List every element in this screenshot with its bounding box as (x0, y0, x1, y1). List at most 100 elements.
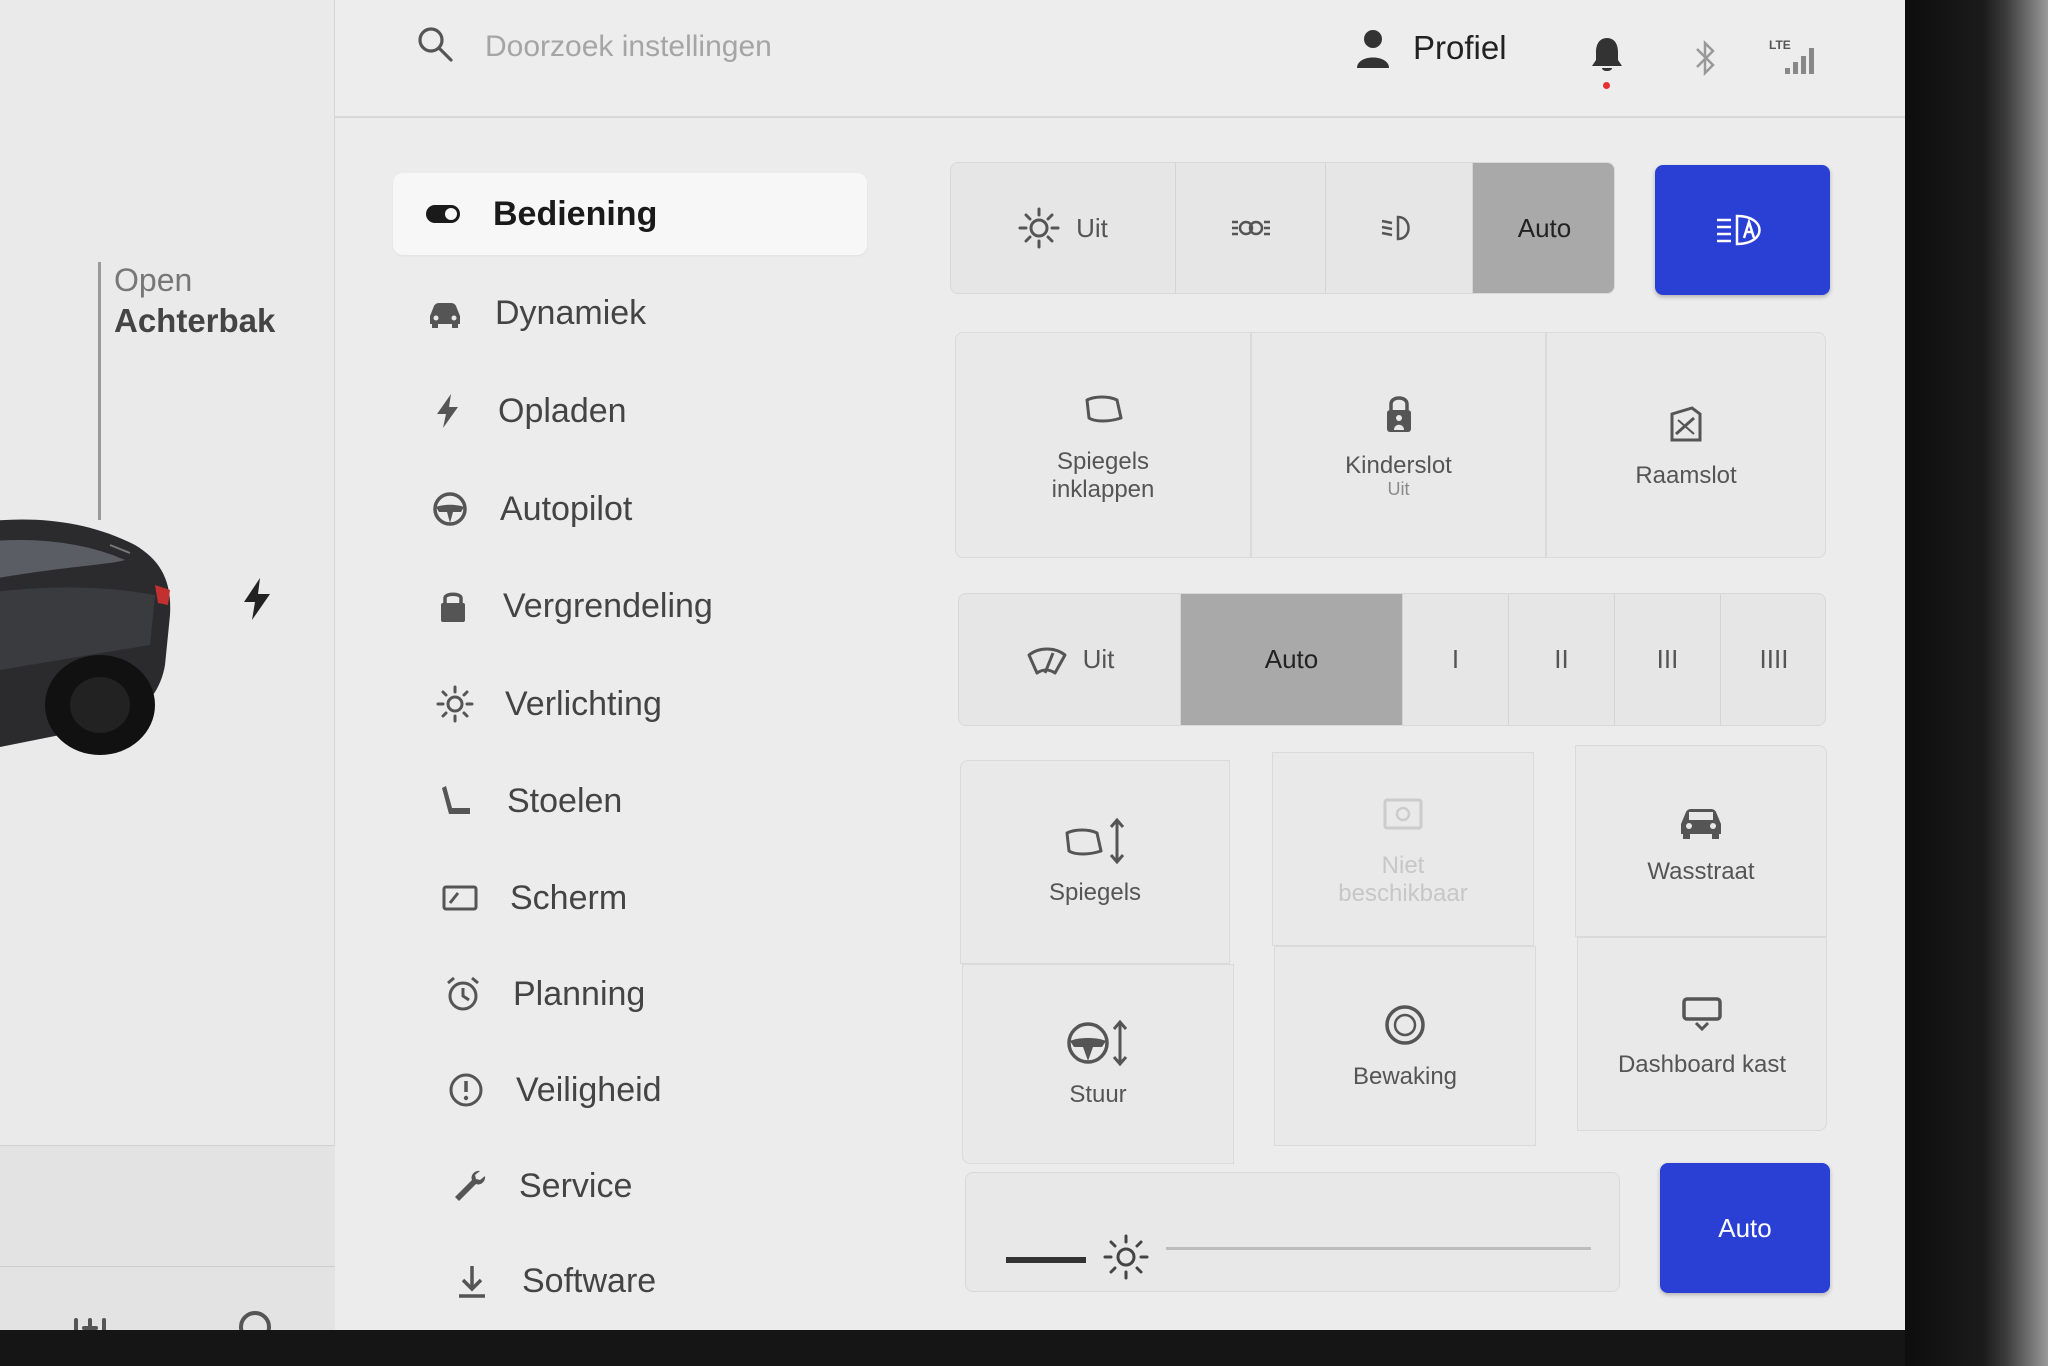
settings-search-input[interactable] (485, 24, 1045, 70)
child-lock-icon (1386, 396, 1411, 432)
touchscreen: Open Achterbak Doorzoek instellingen Pro… (0, 0, 1905, 1330)
trunk-indicator-line (98, 262, 101, 520)
menu-item-vergrendeling[interactable]: Vergrendeling (433, 565, 873, 647)
brightness-sun-icon (1103, 1234, 1149, 1280)
wipers-speed-label: II (1554, 644, 1569, 674)
search-icon[interactable] (236, 1308, 282, 1330)
parking-lights-option[interactable] (1176, 163, 1326, 293)
brightness-slider-track (1166, 1247, 1591, 1250)
wipers-speed-2-option[interactable]: II (1509, 594, 1615, 725)
unavailable-label: Niet beschikbaar (1338, 852, 1468, 907)
menu-item-label: Scherm (510, 878, 628, 917)
child-lock-label: Kinderslot (1345, 451, 1452, 479)
menu-item-label: Vergrendeling (503, 586, 713, 625)
child-lock-button[interactable]: Kinderslot Uit (1251, 332, 1546, 558)
low-beam-icon (1381, 215, 1410, 241)
notification-dot (1603, 82, 1610, 89)
car-image (0, 519, 171, 755)
light-icon (1018, 207, 1060, 249)
user-icon (1357, 30, 1389, 68)
bolt-icon (428, 391, 468, 431)
brightness-auto-button[interactable]: Auto (1660, 1163, 1830, 1293)
menu-item-autopilot[interactable]: Autopilot (430, 468, 870, 550)
sentry-mode-label: Bewaking (1352, 1063, 1458, 1091)
window-lock-button[interactable]: Raamslot (1546, 332, 1826, 558)
menu-item-label: Autopilot (500, 489, 633, 528)
car-icon (425, 293, 465, 333)
screen-bezel-bottom (0, 1330, 1905, 1366)
fold-mirrors-button[interactable]: Spiegels inklappen (955, 332, 1251, 558)
menu-item-service[interactable]: Service (449, 1145, 889, 1227)
wipers-speed-label: I (1451, 644, 1460, 674)
mirrors-adjust-button[interactable]: Spiegels (960, 760, 1230, 964)
auto-high-beam-icon (1716, 214, 1761, 246)
menu-item-verlichting[interactable]: Verlichting (435, 663, 875, 745)
unavailable-icon (1383, 798, 1423, 830)
signal-strength-icon (1785, 48, 1814, 74)
parking-lights-icon (1231, 220, 1270, 236)
glovebox-icon (1682, 997, 1722, 1032)
profile-label: Profiel (1413, 29, 1507, 66)
menu-item-bediening[interactable]: Bediening (393, 173, 867, 255)
headlights-off-option[interactable]: Uit (951, 163, 1176, 293)
wipers-auto-option[interactable]: Auto (1181, 594, 1403, 725)
menu-item-software[interactable]: Software (452, 1240, 892, 1322)
menu-item-label: Stoelen (507, 781, 623, 820)
alarm-clock-icon (443, 974, 483, 1014)
menu-item-label: Dynamiek (495, 293, 647, 332)
equalizer-icon[interactable] (68, 1316, 112, 1330)
car-icon (1681, 809, 1721, 840)
menu-item-planning[interactable]: Planning (443, 953, 883, 1035)
left-bottom-bar (0, 1145, 335, 1330)
headlights-auto-option[interactable]: Auto (1473, 163, 1614, 293)
mirror-adjust-icon (1065, 817, 1125, 865)
profile-button[interactable]: Profiel (1355, 28, 1507, 68)
menu-item-label: Bediening (493, 194, 658, 233)
unavailable-tile: Niet beschikbaar (1272, 752, 1534, 946)
menu-item-label: Planning (513, 974, 646, 1013)
wipers-speed-4-option[interactable]: IIII (1721, 594, 1825, 725)
mirror-icon (1085, 395, 1123, 423)
menu-item-stoelen[interactable]: Stoelen (437, 760, 877, 842)
car-wash-button[interactable]: Wasstraat (1575, 745, 1827, 937)
headlights-auto-label: Auto (1517, 212, 1572, 243)
wiper-icon (1027, 647, 1067, 674)
download-icon (452, 1261, 492, 1301)
bell-icon[interactable] (1590, 36, 1624, 74)
menu-item-label: Opladen (498, 391, 627, 430)
trunk-label[interactable]: Achterbak (114, 302, 275, 340)
glovebox-button[interactable]: Dashboard kast (1577, 937, 1827, 1131)
wipers-speed-label: IIII (1759, 644, 1789, 674)
steering-adjust-icon (1067, 1019, 1128, 1067)
wipers-speed-1-option[interactable]: I (1403, 594, 1509, 725)
wipers-speed-3-option[interactable]: III (1615, 594, 1721, 725)
menu-item-veiligheid[interactable]: Veiligheid (446, 1049, 886, 1131)
menu-item-scherm[interactable]: Scherm (440, 857, 880, 939)
steering-wheel-icon (430, 489, 470, 529)
brightness-panel (965, 1172, 1620, 1292)
trunk-open-label[interactable]: Open (114, 262, 192, 299)
headlights-off-label: Uit (1076, 212, 1108, 243)
low-beam-option[interactable] (1326, 163, 1473, 293)
brightness-auto-label: Auto (1718, 1212, 1772, 1243)
wipers-speed-label: III (1656, 644, 1679, 674)
display-icon (440, 878, 480, 918)
wipers-control: Uit Auto I II III IIII (958, 593, 1826, 726)
wipers-off-option[interactable]: Uit (959, 594, 1181, 725)
menu-item-dynamiek[interactable]: Dynamiek (425, 272, 865, 354)
bluetooth-icon[interactable] (1693, 38, 1717, 78)
sentry-mode-button[interactable]: Bewaking (1274, 946, 1536, 1146)
menu-item-label: Software (522, 1261, 657, 1300)
menu-item-label: Veiligheid (516, 1070, 662, 1109)
window-lock-label: Raamslot (1635, 462, 1737, 490)
auto-high-beam-button[interactable] (1655, 165, 1830, 295)
menu-item-opladen[interactable]: Opladen (428, 370, 868, 452)
fold-mirrors-label: Spiegels inklappen (1051, 448, 1155, 503)
search-icon[interactable] (415, 24, 455, 64)
vehicle-panel: Open Achterbak (0, 0, 335, 1330)
brightness-slider-fill (1006, 1257, 1086, 1263)
toggle-icon (423, 194, 463, 234)
steering-adjust-button[interactable]: Stuur (962, 964, 1234, 1164)
headlights-control: Uit Auto (950, 162, 1615, 294)
brightness-slider[interactable] (1166, 1233, 1591, 1263)
